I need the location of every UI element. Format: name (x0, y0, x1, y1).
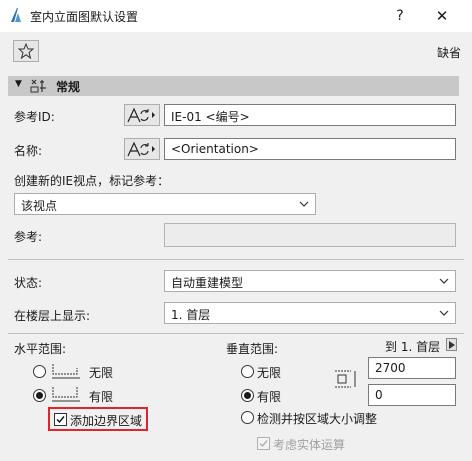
horizontal-infinite-radio[interactable] (33, 365, 46, 378)
star-icon (18, 43, 34, 59)
ref-id-label: 参考ID: (14, 110, 55, 124)
chevron-down-icon (299, 201, 309, 207)
reference-field (164, 223, 456, 247)
auto-text-icon (127, 141, 155, 157)
name-field[interactable]: <Orientation> (164, 138, 456, 160)
help-button[interactable]: ? (390, 6, 410, 26)
section-title: 常规 (56, 80, 81, 94)
close-button[interactable]: ✕ (432, 6, 452, 26)
ref-id-field[interactable]: IE-01 <编号> (164, 104, 456, 126)
name-auto-text-button[interactable] (124, 138, 160, 160)
name-label: 名称: (14, 144, 43, 158)
vertical-limited-radio[interactable] (241, 389, 254, 402)
window-title: 室内立面图默认设置 (30, 10, 139, 24)
show-on-story-label: 在楼层上显示: (14, 309, 91, 323)
create-new-value: 该视点 (21, 199, 58, 213)
divider (8, 259, 464, 260)
archicad-logo-icon (11, 8, 21, 22)
add-border-label: 添加边界区域 (70, 414, 143, 428)
infinite-range-icon (52, 364, 80, 379)
title-bar: 室内立面图默认设置 ? ✕ (0, 0, 472, 32)
story-picker-button[interactable] (446, 338, 457, 351)
vertical-range-label: 垂直范围: (226, 342, 279, 356)
status-label: 状态: (14, 276, 43, 290)
show-on-story-select[interactable]: 1. 首层 (164, 302, 456, 324)
show-on-story-value: 1. 首层 (171, 308, 211, 322)
horizontal-infinite-label: 无限 (89, 366, 114, 380)
vertical-infinite-radio[interactable] (241, 365, 254, 378)
checkmark-icon (56, 416, 65, 424)
status-value: 自动重建模型 (171, 276, 244, 290)
favorites-button[interactable] (13, 40, 39, 62)
chevron-down-icon (439, 310, 449, 316)
vertical-infinite-label: 无限 (257, 366, 282, 380)
create-new-label: 创建新的IE视点，标记参考： (14, 174, 170, 188)
auto-text-icon (127, 107, 155, 123)
vertical-bottom-field[interactable]: 0 (368, 384, 456, 406)
consider-solid-checkbox (257, 437, 270, 450)
add-border-checkbox[interactable] (54, 413, 67, 426)
limited-range-icon (52, 387, 80, 402)
vertical-limited-label: 有限 (257, 390, 282, 404)
divider (8, 333, 464, 334)
horizontal-limited-radio[interactable] (33, 389, 46, 402)
vertical-detect-label: 检测并按区域大小调整 (257, 412, 378, 426)
collapse-arrow-icon: ▼ (15, 79, 22, 89)
ref-id-auto-text-button[interactable] (124, 104, 160, 126)
reference-label: 参考: (14, 230, 43, 244)
create-new-select[interactable]: 该视点 (14, 193, 316, 215)
vertical-range-icon (335, 370, 356, 388)
consider-solid-label: 考虑实体运算 (273, 438, 346, 452)
vertical-detect-radio[interactable] (241, 411, 254, 424)
default-label: 缺省 (437, 46, 462, 60)
status-select[interactable]: 自动重建模型 (164, 270, 456, 292)
general-settings-icon (30, 79, 46, 93)
horizontal-limited-label: 有限 (89, 390, 114, 404)
to-story-label: 到 1. 首层 (385, 340, 441, 354)
triangle-right-icon (449, 341, 455, 349)
vertical-top-field[interactable]: 2700 (368, 357, 456, 379)
section-header-general[interactable]: ▼ 常规 (8, 76, 459, 96)
horizontal-range-label: 水平范围: (14, 342, 67, 356)
chevron-down-icon (439, 278, 449, 284)
checkmark-icon (259, 440, 268, 448)
